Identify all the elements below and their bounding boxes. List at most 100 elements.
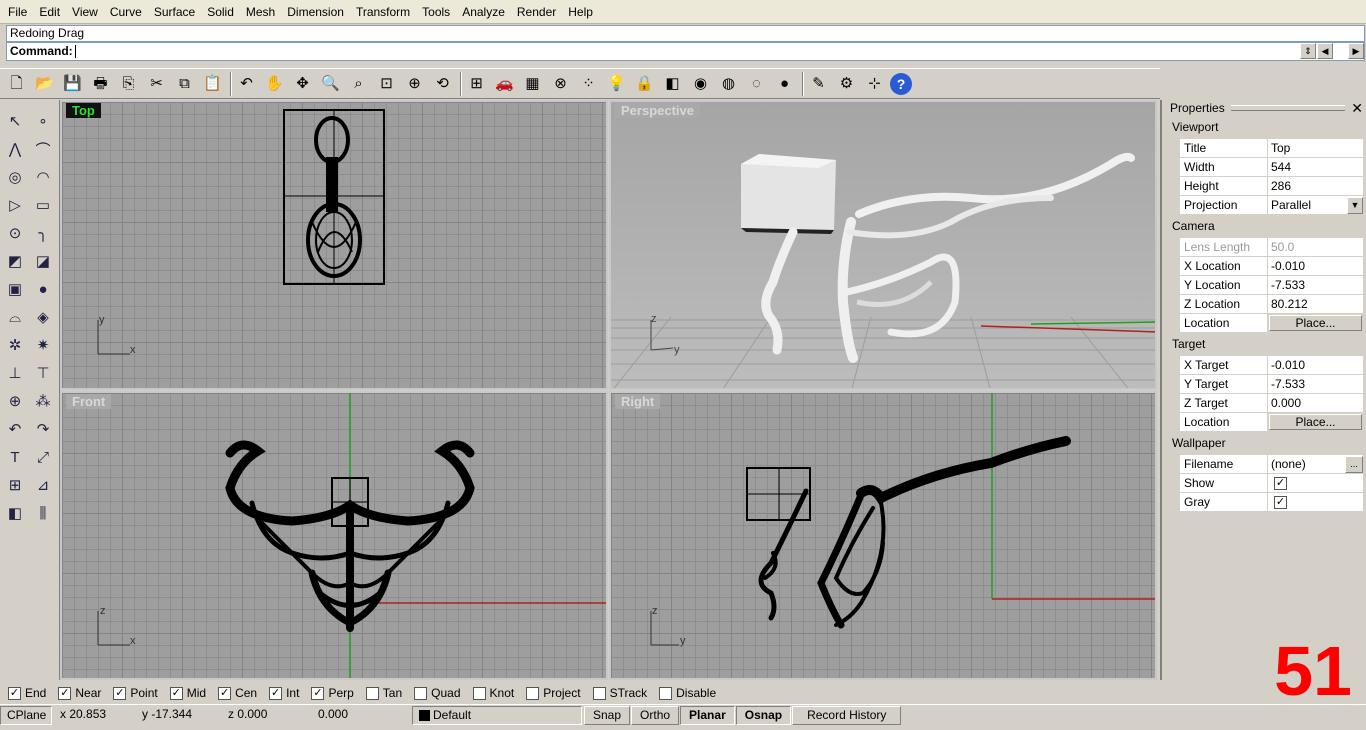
osnap-toggle[interactable]: Osnap xyxy=(735,706,792,725)
color-wheel-icon[interactable]: ◉ xyxy=(688,71,713,96)
options-gear-icon[interactable]: ⚙ xyxy=(834,71,859,96)
prop-x-target-value[interactable]: -0.010 xyxy=(1268,356,1363,374)
points-icon[interactable]: ⁘ xyxy=(576,71,601,96)
osnap-checkbox[interactable] xyxy=(365,686,379,700)
prop-y-target-value[interactable]: -7.533 xyxy=(1268,375,1363,393)
split-icon[interactable]: ⊤ xyxy=(30,360,56,386)
cplane-indicator[interactable]: CPlane xyxy=(0,706,52,725)
help-icon[interactable]: ? xyxy=(890,72,912,95)
viewport-front[interactable]: Front z x xyxy=(60,391,608,680)
new-file-icon[interactable]: 🗋 xyxy=(4,71,29,96)
prop-height-value[interactable]: 286 xyxy=(1268,177,1363,195)
sphere-group-icon[interactable]: ● xyxy=(30,276,56,302)
light-icon[interactable]: 💡 xyxy=(604,71,629,96)
osnap-near[interactable]: ✓ Near xyxy=(58,686,101,700)
planar-toggle[interactable]: Planar xyxy=(680,706,735,725)
scroll-left-icon[interactable]: ◀ xyxy=(1317,43,1333,59)
zoom-icon[interactable]: 🔍 xyxy=(318,71,343,96)
osnap-checkbox[interactable]: ✓ xyxy=(218,686,232,700)
osnap-cen[interactable]: ✓ Cen xyxy=(218,686,257,700)
osnap-checkbox[interactable] xyxy=(659,686,673,700)
rectangle-icon[interactable]: ▭ xyxy=(30,192,56,218)
osnap-checkbox[interactable] xyxy=(526,686,540,700)
prop-z-target-value[interactable]: 0.000 xyxy=(1268,394,1363,412)
highlighter-icon[interactable]: ✎ xyxy=(806,71,831,96)
points-on-icon[interactable]: ⁂ xyxy=(30,388,56,414)
copy-icon[interactable]: ⧉ xyxy=(172,71,197,96)
viewport-title-right[interactable]: Right xyxy=(615,394,661,409)
spin-icon[interactable]: ⇕ xyxy=(1300,43,1316,59)
osnap-checkbox[interactable]: ✓ xyxy=(58,686,72,700)
shaded-sphere-icon[interactable]: ◌ xyxy=(744,71,769,96)
command-line[interactable]: Command: xyxy=(6,42,1365,61)
viewport-perspective[interactable]: Perspective z y xyxy=(609,100,1157,390)
prop-z-location-value[interactable]: 80.212 xyxy=(1268,295,1363,313)
osnap-quad[interactable]: Quad xyxy=(414,686,461,700)
menu-analyze[interactable]: Analyze xyxy=(456,5,511,19)
prop-title-value[interactable]: Top xyxy=(1268,139,1363,157)
browse-button[interactable]: ... xyxy=(1345,455,1363,473)
circle-icon[interactable]: ◎ xyxy=(2,164,28,190)
menu-edit[interactable]: Edit xyxy=(33,5,66,19)
fillet-icon[interactable]: ↶ xyxy=(2,416,28,442)
osnap-knot[interactable]: Knot xyxy=(472,686,514,700)
polyline-icon[interactable]: ⋀ xyxy=(2,136,28,162)
surface-edit-icon[interactable]: ◪ xyxy=(30,248,56,274)
osnap-perp[interactable]: ✓ Perp xyxy=(311,686,354,700)
rendered-sphere-icon[interactable]: ● xyxy=(772,71,797,96)
projection-select[interactable]: Parallel ▼ xyxy=(1268,196,1363,214)
osnap-project[interactable]: Project xyxy=(526,686,581,700)
place-camera-button[interactable]: Place... xyxy=(1269,315,1362,331)
select-arrow-icon[interactable]: ↖ xyxy=(2,108,28,134)
osnap-disable[interactable]: Disable xyxy=(659,686,716,700)
fillet-curve-icon[interactable]: ╮ xyxy=(30,220,56,246)
rotate-view-icon[interactable]: ✥ xyxy=(290,71,315,96)
zoom-window-icon[interactable]: ⌕ xyxy=(346,71,371,96)
menu-solid[interactable]: Solid xyxy=(201,5,240,19)
record-history-toggle[interactable]: Record History xyxy=(792,706,902,725)
place-target-button[interactable]: Place... xyxy=(1269,414,1362,430)
trim-icon[interactable]: ⊥ xyxy=(2,360,28,386)
point-icon[interactable]: ∘ xyxy=(30,108,56,134)
cylinder-icon[interactable]: ⌓ xyxy=(2,304,28,330)
ellipse-icon[interactable]: ⊙ xyxy=(2,220,28,246)
polygon-icon[interactable]: ▷ xyxy=(2,192,28,218)
menu-help[interactable]: Help xyxy=(562,5,599,19)
car-icon[interactable]: 🚗 xyxy=(492,71,517,96)
box-icon[interactable]: ▣ xyxy=(2,276,28,302)
menu-file[interactable]: File xyxy=(2,5,33,19)
snap-toggle[interactable]: Snap xyxy=(584,706,631,725)
open-icon[interactable]: 📂 xyxy=(32,71,57,96)
show-checkbox[interactable]: ✓ xyxy=(1274,476,1287,490)
save-icon[interactable]: 💾 xyxy=(60,71,85,96)
zoom-extents-icon[interactable]: ⊡ xyxy=(374,71,399,96)
osnap-checkbox[interactable] xyxy=(414,686,428,700)
cut-icon[interactable]: ✂ xyxy=(144,71,169,96)
array-icon[interactable]: ⊞ xyxy=(2,472,28,498)
viewport-title-top[interactable]: Top xyxy=(66,103,101,118)
drag-grip[interactable] xyxy=(1230,105,1346,111)
layer-selector[interactable]: Default xyxy=(412,706,582,725)
prop-width-value[interactable]: 544 xyxy=(1268,158,1363,176)
osnap-checkbox[interactable]: ✓ xyxy=(113,686,127,700)
prop-x-location-value[interactable]: -0.010 xyxy=(1268,257,1363,275)
arc-icon[interactable]: ◠ xyxy=(30,164,56,190)
paste-icon[interactable]: 📋 xyxy=(200,71,225,96)
osnap-checkbox[interactable]: ✓ xyxy=(269,686,283,700)
scroll-right-icon[interactable]: ▶ xyxy=(1348,43,1364,59)
move-icon[interactable]: ⤢ xyxy=(30,444,56,470)
filename-field[interactable]: (none)... xyxy=(1268,455,1363,473)
close-icon[interactable]: ✕ xyxy=(1351,100,1363,117)
dimension-tool-icon[interactable]: ⫼ xyxy=(30,500,56,526)
menu-curve[interactable]: Curve xyxy=(104,5,148,19)
chamfer-icon[interactable]: ↷ xyxy=(30,416,56,442)
osnap-int[interactable]: ✓ Int xyxy=(269,686,299,700)
osnap-checkbox[interactable]: ✓ xyxy=(169,686,183,700)
dropdown-arrow-icon[interactable]: ▼ xyxy=(1347,196,1363,214)
menu-transform[interactable]: Transform xyxy=(350,5,416,19)
menu-mesh[interactable]: Mesh xyxy=(240,5,281,19)
surface-icon[interactable]: ◩ xyxy=(2,248,28,274)
undo-view-icon[interactable]: ⟲ xyxy=(430,71,455,96)
dimension-icon[interactable]: ⊹ xyxy=(862,71,887,96)
viewport-title-front[interactable]: Front xyxy=(66,394,112,409)
